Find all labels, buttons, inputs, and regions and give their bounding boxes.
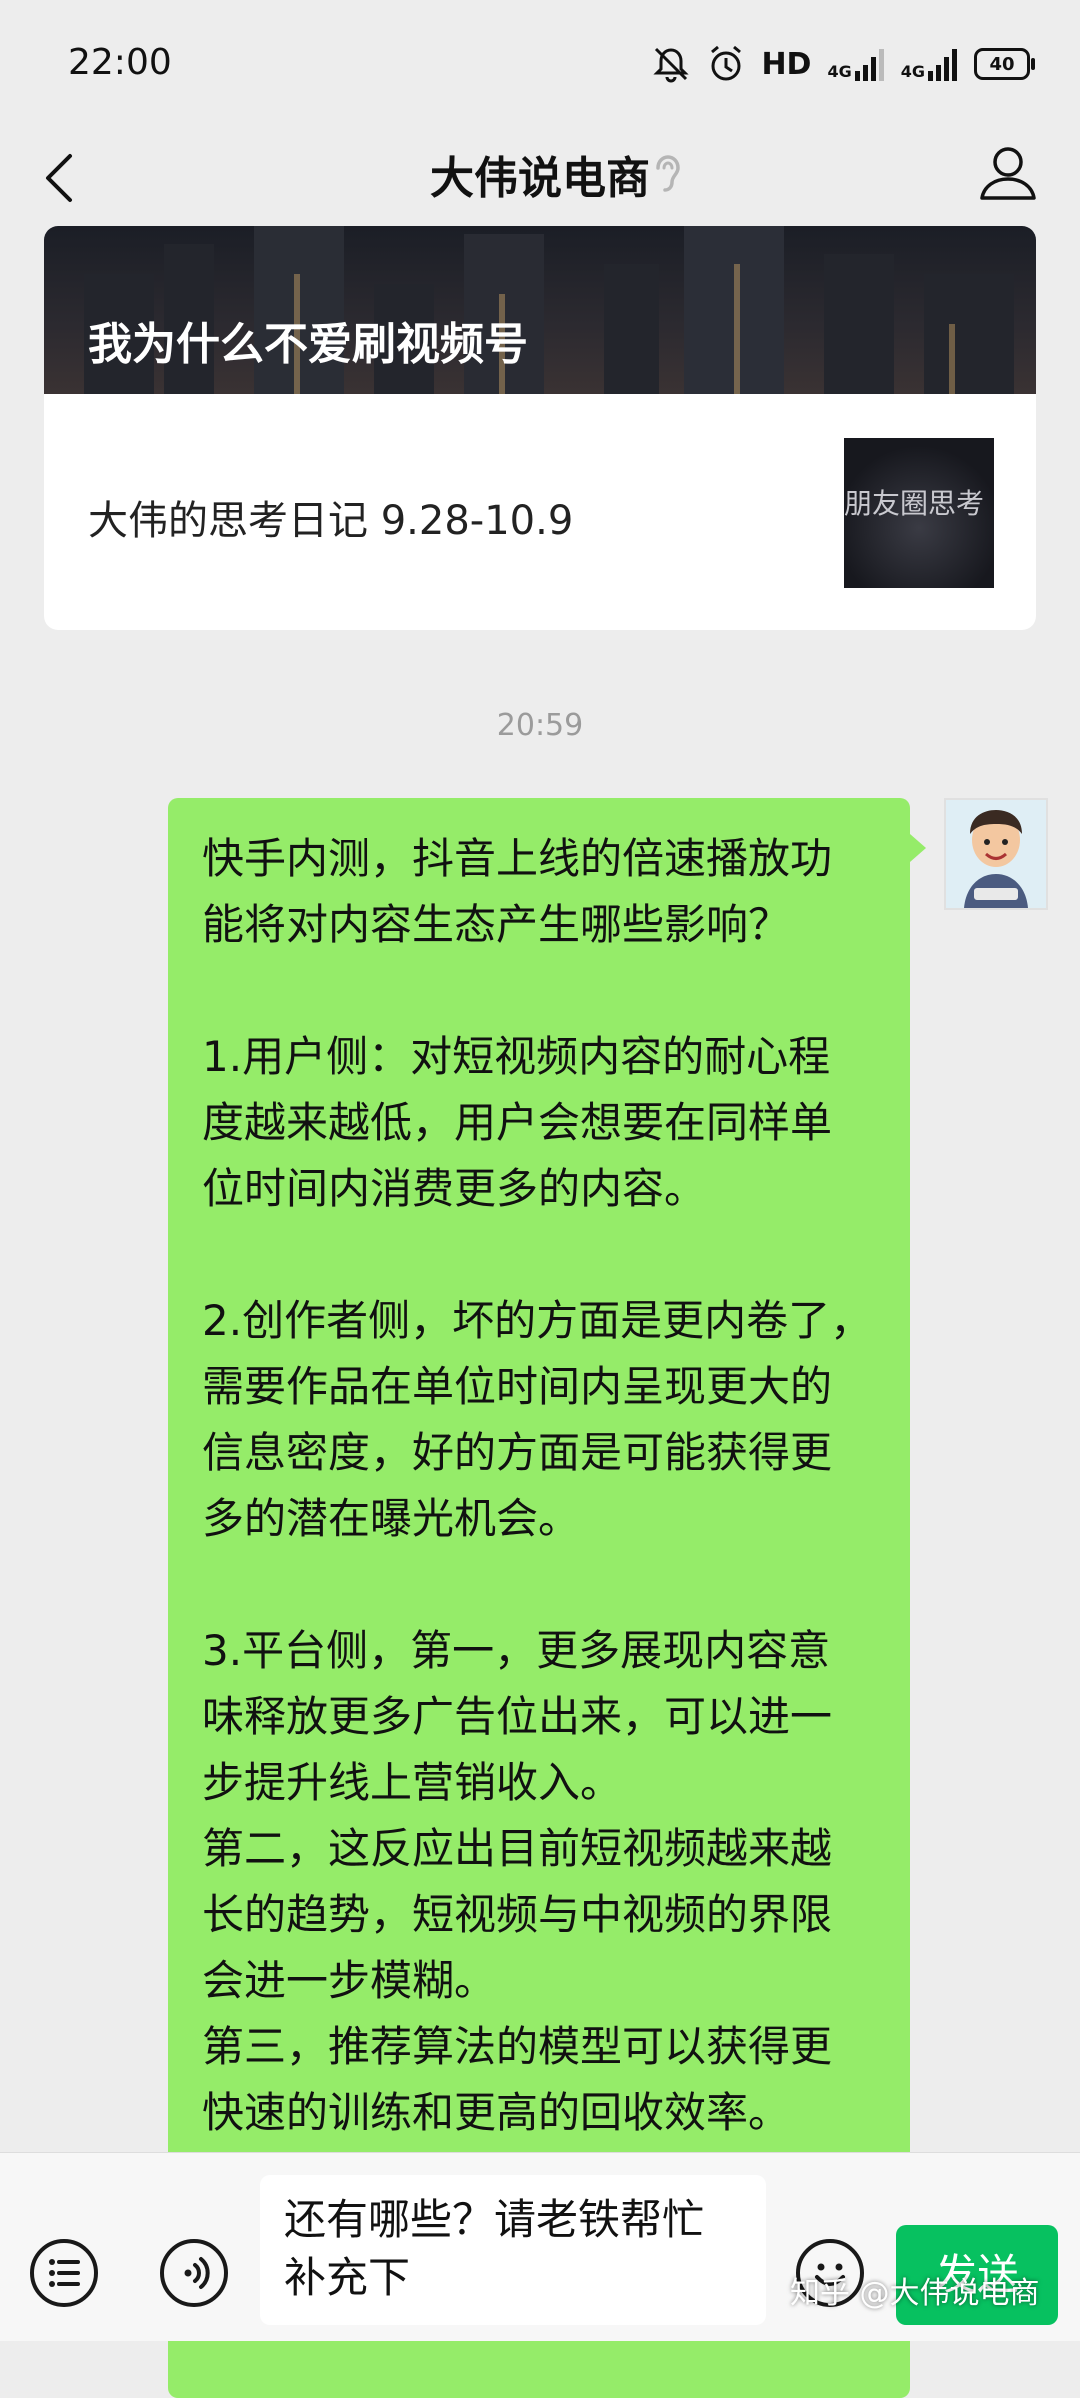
status-bar: 22:00 HD 4G 4G 40 [0,0,1080,130]
battery-level: 40 [989,53,1015,75]
battery-icon: 40 [974,48,1035,80]
message-line: 第二，这反应出目前短视频越来越 [202,1824,833,1873]
message-line: 步提升线上营销收入。 [202,1758,623,1807]
hd-voice-indicator: HD [761,46,812,82]
profile-icon[interactable] [976,134,1040,214]
message-input-line-2: 补充下 [284,2253,411,2302]
voice-icon [184,2257,210,2289]
article-cover-title: 我为什么不爱刷视频号 [88,319,528,370]
article-cover-image: 我为什么不爱刷视频号 [44,226,1036,394]
message-text: 快手内测，抖音上线的倍速播放功 能将对内容生态产生哪些影响？ 1.用户侧：对短视频内… [202,826,892,2146]
message-input-line-1: 还有哪些？请老铁帮忙 [284,2195,705,2244]
message-line: 快速的训练和更高的回收效率。 [202,2088,791,2137]
message-line: 度越来越低，用户会想要在同样单 [202,1098,833,1147]
list-icon [49,2259,80,2287]
message-line: 1.用户侧：对短视频内容的耐心程 [202,1032,831,1081]
chat-header: 大伟说电商 [0,130,1080,226]
message-line [202,1552,892,1618]
message-line: 3.平台侧，第一，更多展现内容意 [202,1626,831,1675]
message-timestamp: 20:59 [496,708,584,743]
message-line: 位时间内消费更多的内容。 [202,1164,707,1213]
message-line [202,1222,892,1288]
chat-title: 大伟说电商 [430,153,650,204]
message-line: 2.创作者侧，坏的方面是更内卷了， [202,1296,873,1345]
message-line: 能将对内容生态产生哪些影响？ [202,900,791,949]
message-line: 快手内测，抖音上线的倍速播放功 [202,834,833,883]
muted-bell-icon [653,47,690,83]
status-time: 22:00 [68,42,172,83]
article-card[interactable]: 我为什么不爱刷视频号 大伟的思考日记 9.28-10.9 朋友圈思考 [44,226,1036,630]
message-input[interactable]: 还有哪些？请老铁帮忙 补充下 [260,2175,766,2325]
avatar[interactable] [944,798,1048,910]
message-input-value: 还有哪些？请老铁帮忙 补充下 [284,2191,754,2307]
thumbnail-text: 朋友圈思考 [844,487,985,520]
signal-icon-2: 4G [901,47,958,81]
alarm-icon [711,45,742,81]
watermark: 知乎 @大伟说电商 [790,2276,1040,2311]
article-thumbnail: 朋友圈思考 [844,438,994,588]
message-line: 需要作品在单位时间内呈现更大的 [202,1362,833,1411]
network-type-1: 4G [827,62,852,81]
input-bar: 还有哪些？请老铁帮忙 补充下 发送 [0,2152,1080,2341]
status-icons: HD 4G 4G 40 [651,44,1035,84]
message-line: 第三，推荐算法的模型可以获得更 [202,2022,833,2071]
message-line [202,958,892,1024]
message-line: 多的潜在曝光机会。 [202,1494,581,1543]
more-menu-button[interactable] [30,2239,98,2307]
signal-icon-1: 4G [827,47,884,81]
article-subtitle: 大伟的思考日记 9.28-10.9 [88,498,574,544]
ear-mute-icon [656,155,680,192]
message-line: 信息密度，好的方面是可能获得更 [202,1428,833,1477]
message-line: 会进一步模糊。 [202,1956,497,2005]
message-line: 味释放更多广告位出来，可以进一 [202,1692,833,1741]
message-line: 长的趋势，短视频与中视频的界限 [202,1890,833,1939]
network-type-2: 4G [900,62,925,81]
voice-input-button[interactable] [160,2239,228,2307]
